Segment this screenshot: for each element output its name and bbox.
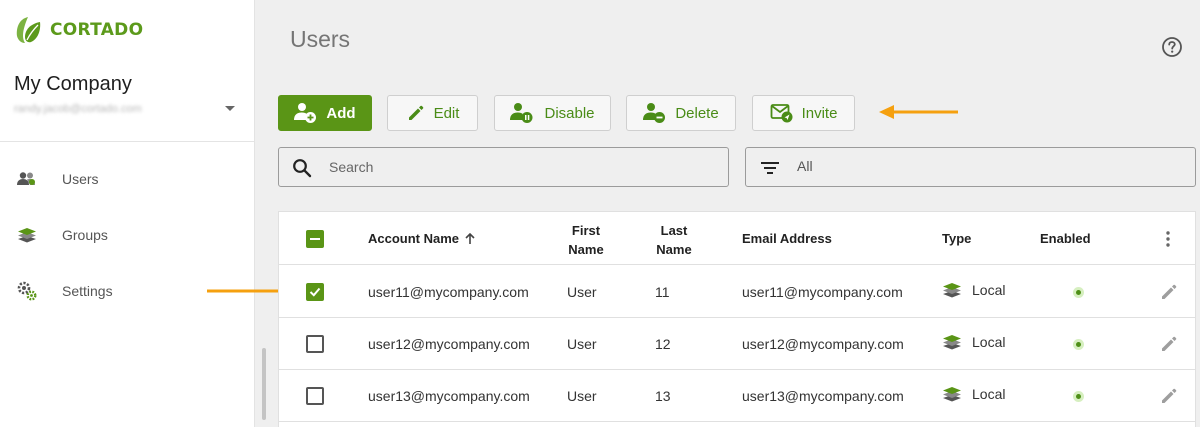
gears-icon [16, 280, 38, 302]
add-user-button[interactable]: Add [278, 95, 372, 131]
sort-ascending-icon [465, 232, 475, 244]
cell-account-name: user12@mycompany.com [368, 336, 530, 352]
annotation-arrow-left-icon [879, 105, 958, 119]
add-button-label: Add [326, 104, 356, 122]
sidebar-item-groups[interactable]: Groups [0, 213, 254, 257]
cell-email: user11@mycompany.com [742, 284, 903, 300]
local-type-layers-icon [943, 283, 961, 298]
cell-email: user13@mycompany.com [742, 388, 904, 404]
table-header: Account Name First Name Last Name Email … [279, 212, 1195, 265]
users-table: Account Name First Name Last Name Email … [278, 211, 1196, 427]
cell-last-name: 11 [655, 284, 670, 300]
column-header-account-name[interactable]: Account Name [368, 231, 475, 246]
cell-email: user12@mycompany.com [742, 336, 904, 352]
layers-icon [16, 224, 38, 246]
account-email: randy.jacob@cortado.com [14, 103, 142, 115]
account-dropdown-caret-icon[interactable] [225, 106, 235, 111]
cell-account-name: user11@mycompany.com [368, 284, 529, 300]
column-header-type[interactable]: Type [942, 231, 971, 246]
delete-button[interactable]: Delete [626, 95, 736, 131]
table-row[interactable]: user12@mycompany.com User 12 user12@myco… [279, 318, 1195, 370]
invite-mail-icon [770, 104, 793, 123]
column-header-first-name[interactable]: First Name [557, 221, 615, 259]
type-label: Local [972, 282, 1006, 298]
search-input[interactable] [329, 157, 709, 177]
sidebar-item-label: Settings [62, 283, 113, 299]
disable-button-label: Disable [544, 104, 595, 122]
sidebar-item-label: Groups [62, 227, 108, 243]
column-options-kebab-icon[interactable] [1164, 230, 1172, 248]
column-header-email[interactable]: Email Address [742, 231, 832, 246]
remove-user-icon [643, 103, 666, 123]
invite-button[interactable]: Invite [752, 95, 855, 131]
page-title: Users [290, 26, 351, 52]
table-row[interactable]: user13@mycompany.com User 13 user13@myco… [279, 370, 1195, 422]
sidebar-item-users[interactable]: Users [0, 157, 254, 201]
leaf-logo-icon [16, 17, 41, 43]
edit-button-label: Edit [433, 104, 460, 122]
sidebar-divider [0, 141, 254, 142]
search-icon [293, 159, 312, 178]
table-row[interactable]: user11@mycompany.com User 11 user11@myco… [279, 266, 1195, 318]
cell-first-name: User [567, 284, 597, 300]
cortado-logo[interactable]: CORTADO [14, 16, 143, 44]
delete-button-label: Delete [675, 104, 719, 122]
cell-type: Local [942, 334, 1005, 350]
row-checkbox[interactable] [306, 335, 324, 353]
search-box[interactable] [278, 147, 729, 187]
cell-last-name: 12 [655, 336, 671, 352]
local-type-layers-icon [943, 335, 961, 350]
row-edit-pencil-icon[interactable] [1159, 334, 1179, 354]
add-user-icon [294, 103, 317, 123]
checkmark-icon [309, 287, 321, 297]
users-icon [16, 168, 38, 190]
disable-button[interactable]: Disable [494, 95, 611, 131]
row-edit-pencil-icon[interactable] [1159, 282, 1179, 302]
cell-account-name: user13@mycompany.com [368, 388, 530, 404]
cell-type: Local [942, 282, 1005, 298]
brand-name: CORTADO [50, 20, 144, 40]
filter-value: All [797, 158, 813, 174]
sidebar-item-label: Users [62, 171, 99, 187]
disable-user-icon [510, 103, 533, 123]
row-checkbox[interactable] [306, 387, 324, 405]
column-header-last-name[interactable]: Last Name [645, 221, 703, 259]
type-label: Local [972, 334, 1006, 350]
help-icon[interactable] [1161, 36, 1183, 58]
column-header-label: Account Name [368, 231, 460, 246]
cell-first-name: User [567, 336, 597, 352]
cell-type: Local [942, 386, 1005, 402]
company-name[interactable]: My Company [14, 73, 132, 96]
enabled-status-dot [1073, 339, 1084, 350]
enabled-status-dot [1073, 287, 1084, 298]
row-checkbox[interactable] [306, 283, 324, 301]
type-label: Local [972, 386, 1006, 402]
indeterminate-mark-icon [310, 238, 320, 241]
filter-icon [761, 162, 779, 174]
column-header-enabled[interactable]: Enabled [1040, 231, 1091, 246]
cell-last-name: 13 [655, 388, 671, 404]
enabled-status-dot [1073, 391, 1084, 402]
edit-button[interactable]: Edit [387, 95, 478, 131]
filter-select[interactable]: All [745, 147, 1196, 187]
sidebar: CORTADO My Company randy.jacob@cortado.c… [0, 0, 266, 427]
row-edit-pencil-icon[interactable] [1159, 386, 1179, 406]
invite-button-label: Invite [801, 104, 838, 122]
local-type-layers-icon [943, 387, 961, 402]
pencil-icon [408, 105, 423, 120]
cell-first-name: User [567, 388, 597, 404]
select-all-checkbox[interactable] [306, 230, 324, 248]
sidebar-scrollbar[interactable] [262, 348, 266, 420]
